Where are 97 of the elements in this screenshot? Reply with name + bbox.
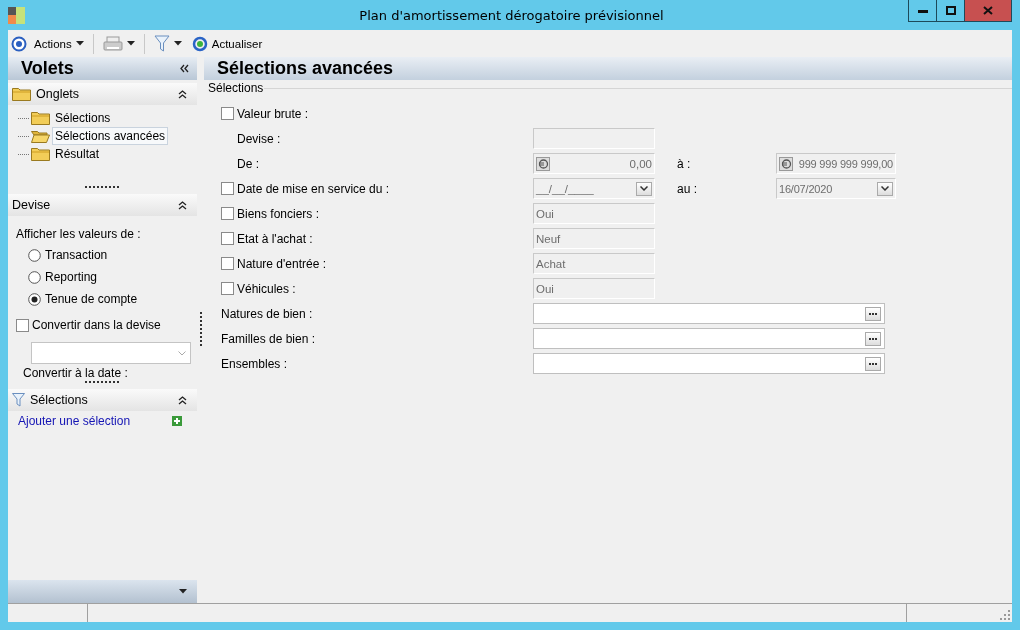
app-logo-icon: [8, 6, 25, 24]
grip-icon: [84, 185, 121, 189]
checkbox[interactable]: [221, 182, 234, 195]
refresh-icon: [191, 35, 208, 52]
ellipsis-icon: [869, 362, 877, 365]
radio-button[interactable]: [28, 292, 41, 306]
browse-button[interactable]: [865, 306, 881, 321]
checkbox[interactable]: [221, 232, 234, 245]
panel-title: Sélections: [30, 393, 89, 407]
folder-icon: [31, 111, 50, 125]
window-title: Plan d'amortissement dérogatoire prévisionnel: [358, 7, 665, 23]
browse-button[interactable]: [865, 356, 881, 371]
input-field[interactable]: [533, 128, 655, 149]
date-field[interactable]: 16/07/2020: [776, 178, 896, 199]
radio-button[interactable]: [28, 270, 41, 284]
prompt-label: Afficher les valeurs de :: [16, 227, 141, 241]
funnel-icon: [12, 393, 25, 407]
field-label: Natures de bien :: [221, 306, 313, 321]
tree-item[interactable]: Sélections avancées: [52, 127, 169, 145]
checkbox[interactable]: [221, 207, 234, 220]
radio-label: Tenue de compte: [45, 292, 138, 306]
field-label: Biens fonciers :: [237, 206, 320, 221]
folder-icon: [31, 129, 50, 143]
radio-label: Transaction: [45, 248, 108, 262]
field-label: Nature d'entrée :: [237, 256, 326, 271]
browse-button[interactable]: [865, 331, 881, 346]
field-label: Date de mise en service du :: [237, 181, 390, 196]
checkbox-label: Convertir dans la devise: [32, 318, 161, 332]
input-field[interactable]: Neuf: [533, 228, 655, 249]
panel-header[interactable]: Devise: [8, 194, 197, 216]
euro-icon[interactable]: [536, 156, 550, 171]
checkbox[interactable]: [221, 282, 234, 295]
caret-icon[interactable]: [179, 589, 187, 594]
collapse-icon[interactable]: [178, 89, 187, 99]
amount-field[interactable]: 0,00: [533, 153, 655, 174]
ellipsis-icon: [869, 337, 877, 340]
panel-header[interactable]: Onglets: [8, 83, 197, 105]
funnel-icon: [153, 35, 170, 52]
chevron-down-icon: [640, 186, 648, 191]
field-label: Véhicules :: [237, 281, 296, 296]
panel-title: Devise: [12, 198, 52, 212]
refresh-button[interactable]: Actualiser: [188, 32, 266, 55]
tree-item[interactable]: Sélections: [52, 109, 114, 127]
field-label: Devise :: [237, 131, 281, 146]
input-field[interactable]: [533, 353, 885, 374]
collapse-icon[interactable]: [178, 395, 187, 405]
date-field[interactable]: __/__/____: [533, 178, 655, 199]
checkbox[interactable]: [221, 257, 234, 270]
grip-icon: [84, 380, 121, 384]
field-label: De :: [237, 156, 259, 171]
panel-title: Onglets: [36, 87, 81, 101]
chevron-down-icon: [178, 350, 186, 356]
folder-icon: [31, 147, 50, 161]
add-icon[interactable]: [172, 416, 182, 426]
radio-label: Reporting: [45, 270, 98, 284]
field-label: au :: [677, 181, 697, 196]
page-title: Sélections avancées: [217, 58, 394, 79]
field-label: Ensembles :: [221, 356, 288, 371]
resize-grip-icon[interactable]: [1000, 610, 1010, 620]
dropdown-button[interactable]: [636, 181, 652, 196]
date-label: Convertir à la date :: [23, 366, 128, 378]
chevron-down-icon: [881, 186, 889, 191]
panes-title: Volets: [21, 58, 74, 79]
maximize-icon: [945, 6, 956, 15]
field-label: Etat à l'achat :: [237, 231, 313, 246]
input-field[interactable]: Achat: [533, 253, 655, 274]
close-icon: [983, 6, 993, 15]
euro-icon[interactable]: [779, 156, 793, 171]
printer-icon: [102, 35, 123, 52]
caret-icon[interactable]: [126, 41, 135, 46]
radio-button[interactable]: [28, 248, 41, 262]
input-field[interactable]: [533, 328, 885, 349]
collapse-icon[interactable]: [178, 200, 187, 210]
amount-field[interactable]: 999 999 999 999,00: [776, 153, 896, 174]
input-field[interactable]: [533, 303, 885, 324]
add-selection-link[interactable]: Ajouter une sélection: [18, 414, 131, 428]
input-field[interactable]: Oui: [533, 278, 655, 299]
input-field[interactable]: Oui: [533, 203, 655, 224]
collapse-left-icon[interactable]: [180, 64, 189, 73]
ellipsis-icon: [869, 312, 877, 315]
caret-icon[interactable]: [173, 41, 182, 46]
panel-header[interactable]: Sélections: [8, 389, 197, 411]
target-icon[interactable]: [11, 35, 27, 52]
close-button[interactable]: [965, 0, 1011, 21]
checkbox[interactable]: [16, 318, 29, 332]
field-label: à :: [677, 156, 691, 171]
actions-menu-button[interactable]: Actions: [31, 32, 87, 55]
dropdown-button[interactable]: [877, 181, 893, 196]
folder-icon: [12, 87, 31, 101]
splitter-grip-icon: [199, 312, 202, 346]
minimize-icon: [917, 8, 928, 13]
checkbox[interactable]: [221, 107, 234, 120]
tree-item[interactable]: Résultat: [52, 145, 103, 163]
field-label: Familles de bien :: [221, 331, 316, 346]
group-title: Sélections: [208, 81, 264, 95]
field-label: Valeur brute :: [237, 106, 309, 121]
caret-icon[interactable]: [75, 41, 84, 46]
